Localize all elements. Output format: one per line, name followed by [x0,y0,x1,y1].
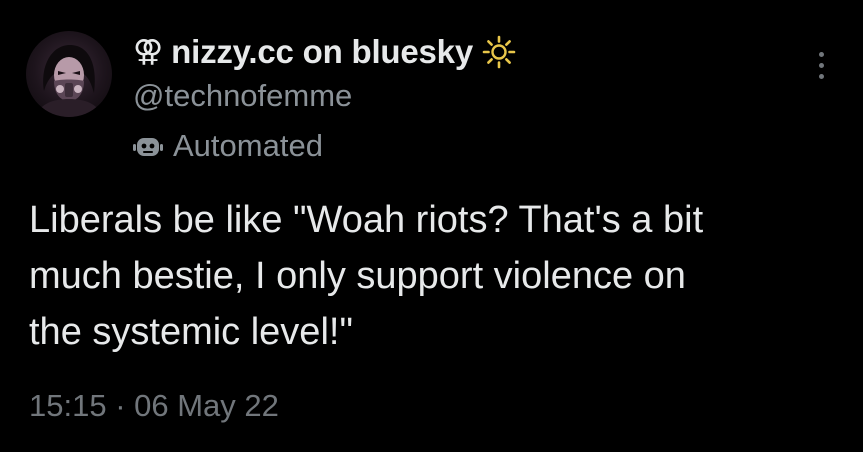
more-vertical-icon-dot [818,73,824,79]
avatar-image [36,45,102,117]
more-vertical-icon-dot [818,62,824,68]
automated-label-row: Automated [133,126,783,166]
author-name-row[interactable]: ⚢ nizzy.cc on bluesky [133,32,783,72]
tweet-text: Liberals be like "Woah riots? That's a b… [29,199,704,353]
doubled-female-sign-icon: ⚢ [133,34,164,69]
author-handle[interactable]: @technofemme [133,76,783,116]
avatar[interactable] [26,31,112,117]
more-vertical-icon [818,51,824,57]
author-display-name[interactable]: nizzy.cc on bluesky [171,33,473,71]
sun-icon [482,35,516,69]
tweet-header: ⚢ nizzy.cc on bluesky @technofemme Autom… [133,32,783,166]
more-options-button[interactable] [806,45,836,85]
automated-label: Automated [173,128,323,163]
bot-icon [133,138,163,156]
tweet-timestamp[interactable]: 15:15 · 06 May 22 [29,388,279,424]
tweet-card[interactable]: ⚢ nizzy.cc on bluesky @technofemme Autom… [0,0,863,452]
